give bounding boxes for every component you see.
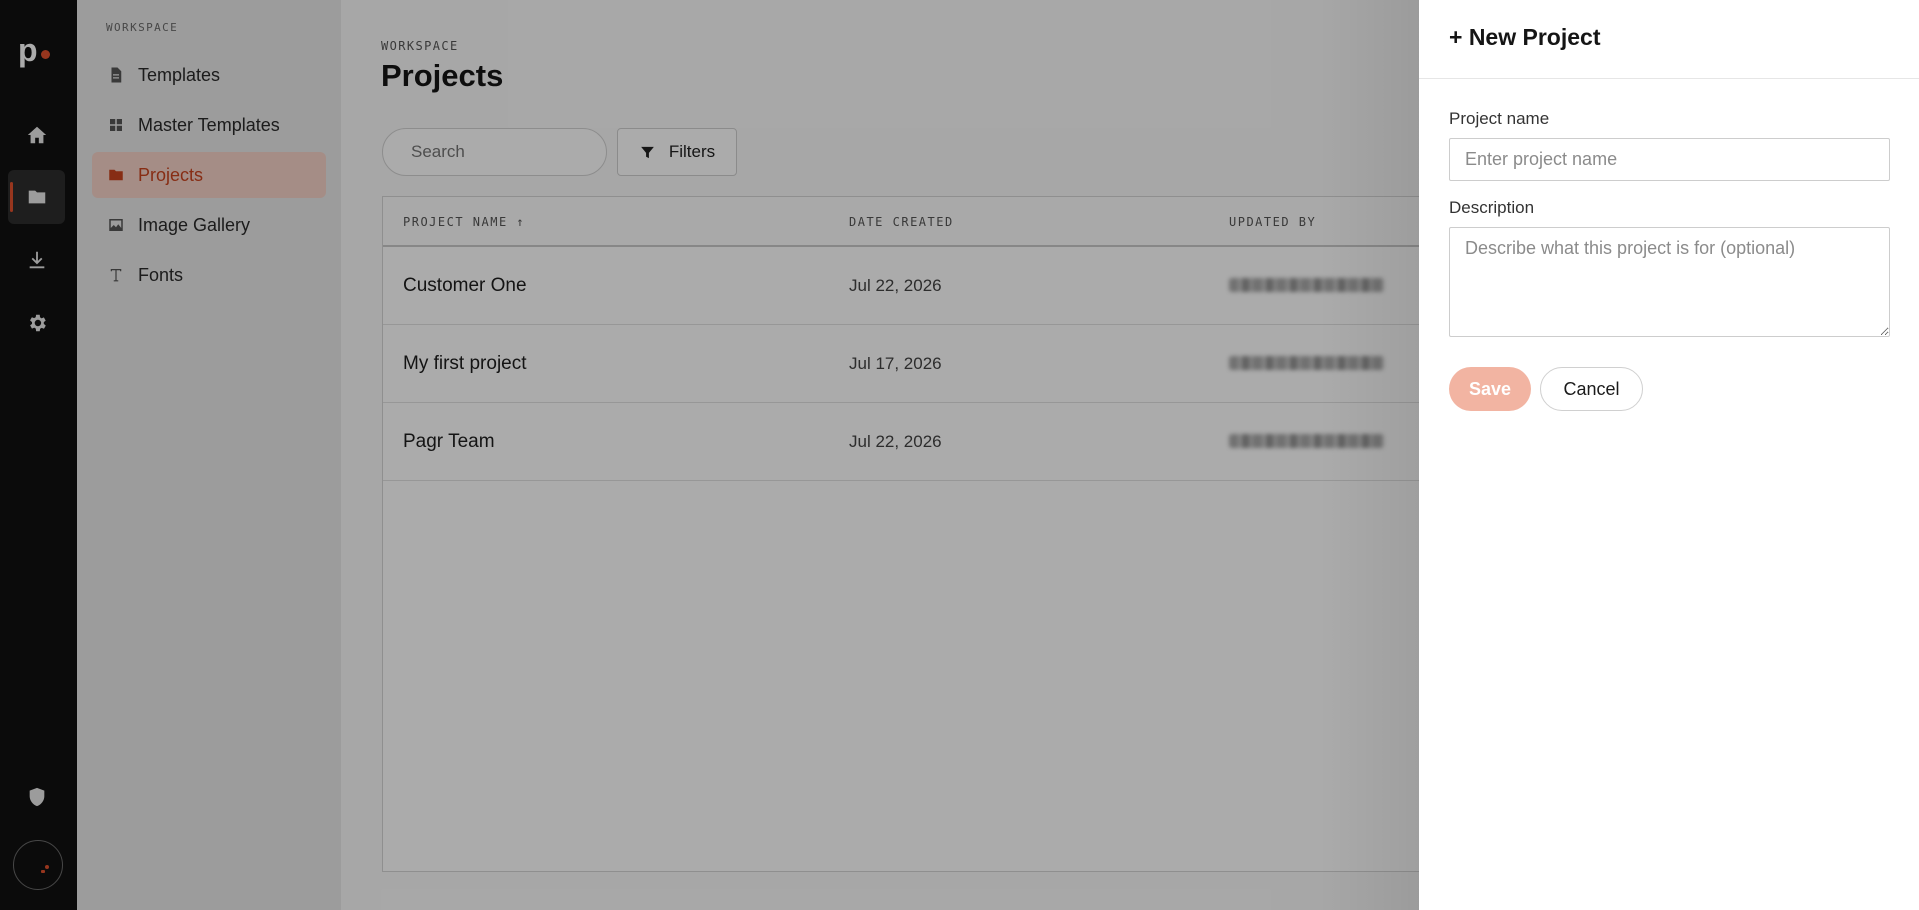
drawer-title: + New Project [1449,24,1601,50]
project-name-label: Project name [1449,109,1550,128]
backdrop-shadow [1319,0,1419,910]
description-label: Description [1449,198,1535,217]
new-project-drawer: + New Project Project name Description S… [1419,0,1919,910]
save-button[interactable]: Save [1449,367,1531,411]
project-name-input[interactable] [1449,138,1890,181]
cancel-button[interactable]: Cancel [1540,367,1643,411]
drawer-header: + New Project [1419,0,1919,79]
modal-backdrop[interactable] [0,0,1419,910]
description-textarea[interactable] [1449,227,1890,337]
